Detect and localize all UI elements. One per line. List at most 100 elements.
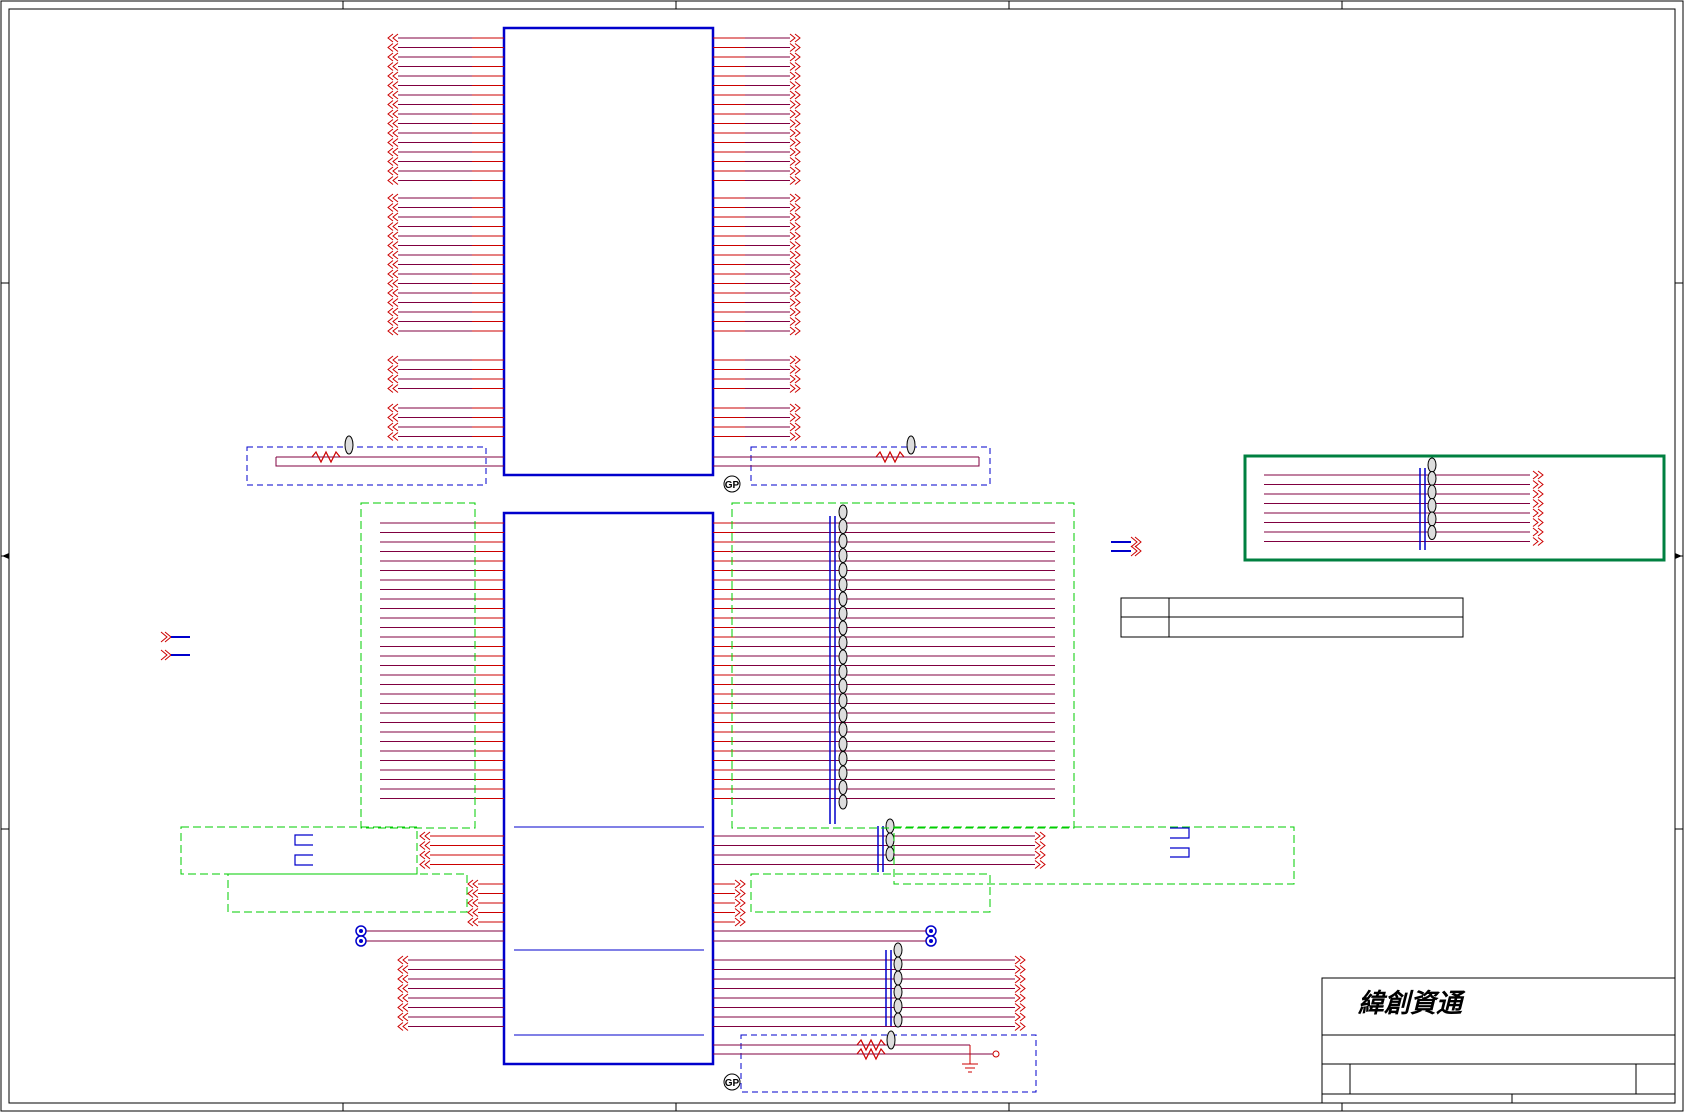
bracket-symbols-left <box>294 834 313 866</box>
probe-marker-icon <box>893 942 903 958</box>
off-page-chevron-icon <box>789 250 796 260</box>
off-page-chevron-icon <box>392 269 399 279</box>
off-page-chevron-icon <box>472 898 479 908</box>
misc-pin-groups <box>397 818 1046 1031</box>
probe-marker-icon <box>838 780 848 795</box>
connector-pins-right[interactable] <box>713 925 937 947</box>
off-page-chevron-icon <box>392 109 399 119</box>
off-page-chevron-icon <box>1034 831 1041 841</box>
off-page-chevron-icon <box>402 955 409 965</box>
probe-marker-icon <box>1427 471 1437 486</box>
off-page-chevron-icon <box>789 138 796 147</box>
probe-marker-icon <box>838 519 848 534</box>
off-page-chevron-icon <box>392 52 399 62</box>
ground-icon <box>962 1063 978 1073</box>
group-box-left-ctrl-2 <box>227 873 468 913</box>
off-page-chevron-icon <box>402 1022 409 1031</box>
off-page-chevron-icon <box>392 288 399 298</box>
probe-marker-icon <box>838 577 848 592</box>
group-box-left-ctrl <box>180 826 418 875</box>
off-page-chevron-icon <box>789 269 796 279</box>
connector-pins-left[interactable] <box>355 925 504 947</box>
off-page-chevron-icon <box>789 193 796 203</box>
probe-marker-icon <box>893 1012 903 1028</box>
off-page-chevron-icon <box>392 260 399 269</box>
off-page-chevron-icon <box>392 355 399 365</box>
off-page-chevron-icon <box>392 166 399 176</box>
test-point-gp-top[interactable]: GP <box>723 475 741 493</box>
off-page-chevron-icon <box>402 984 409 993</box>
ic-bottom-section-dividers <box>514 826 704 1036</box>
left-center-arrow-icon <box>2 553 9 559</box>
off-page-connectors-left[interactable] <box>160 631 190 661</box>
ic-bottom-body[interactable] <box>502 511 715 1066</box>
off-page-chevron-icon <box>424 831 431 841</box>
off-page-connectors-mid[interactable] <box>1111 536 1142 557</box>
off-page-chevron-icon <box>392 128 399 138</box>
off-page-chevron-icon <box>392 62 399 71</box>
off-page-chevron-icon <box>1014 1012 1021 1022</box>
probe-marker-icon <box>838 635 848 650</box>
probe-marker-icon <box>1427 498 1437 513</box>
off-page-chevron-icon <box>424 850 431 860</box>
off-page-chevron-icon <box>472 908 479 917</box>
off-page-chevron-icon <box>392 374 399 384</box>
off-page-chevron-icon <box>1014 984 1021 993</box>
off-page-chevron-icon <box>789 62 796 71</box>
off-page-chevron-icon <box>789 109 796 119</box>
off-page-chevron-icon <box>789 374 796 384</box>
off-page-chevron-icon <box>392 157 399 166</box>
off-page-chevron-icon <box>789 422 796 432</box>
off-page-chevron-icon <box>789 43 796 52</box>
off-page-chevron-icon <box>789 157 796 166</box>
off-page-chevron-icon <box>1014 974 1021 984</box>
ic-top-right-pins <box>713 33 801 441</box>
off-page-chevron-icon <box>1034 860 1041 869</box>
ic-bottom-right-pins <box>713 504 1055 824</box>
resistor-net-right <box>713 450 980 467</box>
probe-marker-icon <box>838 562 848 578</box>
test-point-gp-bottom[interactable]: GP <box>723 1073 741 1091</box>
bracket-symbols-right <box>1170 827 1190 858</box>
off-page-chevron-icon <box>392 231 399 241</box>
off-page-chevron-icon <box>1532 527 1539 537</box>
off-page-chevron-icon <box>392 365 399 374</box>
svg-text:GP: GP <box>725 1078 740 1089</box>
off-page-chevron-icon <box>402 993 409 1003</box>
off-page-chevron-icon <box>789 128 796 138</box>
group-box-right-ctrl-2 <box>750 873 991 913</box>
net-table <box>1120 597 1464 638</box>
probe-marker-icon <box>886 1030 896 1050</box>
probe-marker-icon <box>893 970 903 986</box>
off-page-chevron-icon <box>1014 1003 1021 1012</box>
off-page-chevron-icon <box>392 432 399 441</box>
probe-marker-icon <box>893 984 903 1000</box>
off-page-chevron-icon <box>789 222 796 231</box>
off-page-chevron-icon <box>392 422 399 432</box>
off-page-chevron-icon <box>1532 537 1539 546</box>
off-page-chevron-icon <box>1532 499 1539 508</box>
highlight-decoupling-box[interactable] <box>1243 454 1666 562</box>
off-page-chevron-icon <box>789 403 796 413</box>
off-page-chevron-icon <box>1014 1022 1021 1031</box>
off-page-chevron-icon <box>789 241 796 250</box>
ic-top-body[interactable] <box>502 26 715 477</box>
probe-marker-icon <box>838 591 848 607</box>
off-page-chevron-icon <box>789 317 796 326</box>
off-page-chevron-icon <box>789 288 796 298</box>
probe-marker-icon <box>838 664 848 679</box>
off-page-chevron-icon <box>402 1012 409 1022</box>
off-page-chevron-icon <box>392 176 399 185</box>
off-page-chevron-icon <box>789 212 796 222</box>
off-page-chevron-icon <box>1532 489 1539 499</box>
off-page-chevron-icon <box>789 119 796 128</box>
probe-marker-icon <box>344 435 354 455</box>
off-page-chevron-icon <box>789 81 796 90</box>
off-page-chevron-icon <box>734 908 741 917</box>
probe-marker-icon <box>838 751 848 766</box>
off-page-chevron-icon <box>789 203 796 212</box>
probe-marker-icon <box>838 533 848 549</box>
off-page-chevron-icon <box>1014 965 1021 974</box>
off-page-chevron-icon <box>789 147 796 157</box>
probe-marker-icon <box>838 678 848 694</box>
